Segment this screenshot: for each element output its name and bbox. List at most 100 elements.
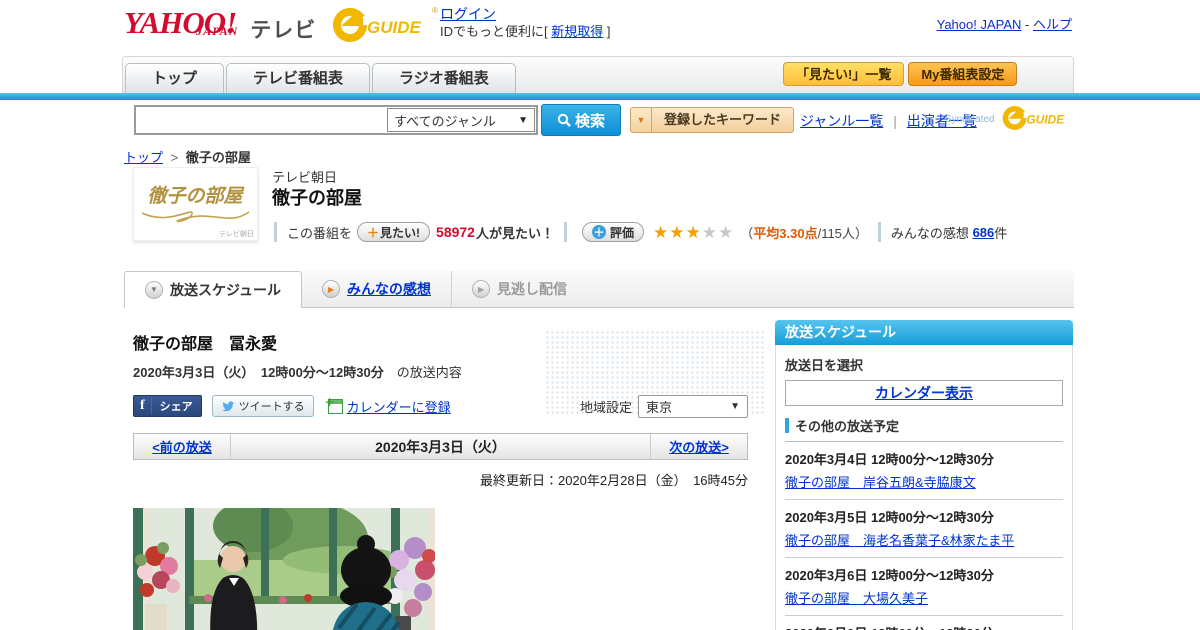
schedule-item: 2020年3月4日 12時00分～12時30分 徹子の部屋 岸谷五朗&寺脇康文 xyxy=(785,442,1063,500)
region-select[interactable]: 東京 ▼ xyxy=(638,395,748,418)
program-title: 徹子の部屋 xyxy=(272,188,362,208)
next-broadcast-link[interactable]: 次の放送> xyxy=(650,434,747,459)
nav-buttons: 「見たい!」一覧 My番組表設定 xyxy=(783,62,1018,86)
schedule-date: 2020年3月5日 12時00分～12時30分 xyxy=(785,510,994,525)
login-link[interactable]: ログイン xyxy=(440,6,496,22)
schedule-episode-link[interactable]: 徹子の部屋 海老名香葉子&林家たま平 xyxy=(785,533,1014,548)
mitai-post-text: 人が見たい！ xyxy=(475,225,554,241)
episode-title: 徹子の部屋 冨永愛 xyxy=(133,336,278,353)
program-meta-row: この番組を ＋見たい! 58972 人が見たい！ ＋評価 ★★★★★ （平均3.… xyxy=(264,220,1007,244)
plus-icon: ＋ xyxy=(591,225,606,239)
star-rating: ★★★★★ xyxy=(653,224,734,241)
login-box: ログイン IDでもっと便利に[ 新規取得 ] xyxy=(440,6,611,39)
accent-bar xyxy=(0,93,1200,100)
gguide-icon: GUIDE xyxy=(1002,106,1065,130)
facebook-icon: f xyxy=(134,398,152,414)
header-links: Yahoo! JAPAN - ヘルプ xyxy=(936,17,1072,32)
select-date-label: 放送日を選択 xyxy=(785,358,864,373)
tab-everyones-impressions[interactable]: ▶ みんなの感想 xyxy=(302,271,453,307)
triangle-down-icon: ▼ xyxy=(145,280,163,299)
calendar-display-button[interactable]: カレンダー表示 xyxy=(785,380,1063,406)
schedule-item: 2020年3月6日 12時00分～12時30分 徹子の部屋 大場久美子 xyxy=(785,558,1063,616)
search-input[interactable] xyxy=(136,109,387,131)
yahoo-logo-text: YAHOO! JAPAN xyxy=(124,7,237,38)
login-note: IDでもっと便利に[ xyxy=(440,24,548,39)
star-icon: ★ xyxy=(718,222,735,242)
help-link[interactable]: ヘルプ xyxy=(1033,17,1072,32)
schedule-episode-link[interactable]: 徹子の部屋 岸谷五朗&寺脇康文 xyxy=(785,475,976,490)
tab-missed-streaming[interactable]: ▶ 見逃し配信 xyxy=(452,271,587,307)
rate-button[interactable]: ＋評価 xyxy=(581,222,644,242)
nav-tab-top[interactable]: トップ xyxy=(125,63,225,94)
mitai-list-button[interactable]: 「見たい!」一覧 xyxy=(783,62,905,86)
region-label: 地域設定 xyxy=(579,400,632,415)
registered-mark: ® xyxy=(432,6,438,15)
divider xyxy=(563,222,567,242)
nav-tab-tv-guide[interactable]: テレビ番組表 xyxy=(226,63,371,94)
breadcrumb-home-link[interactable]: トップ xyxy=(124,150,163,165)
mitai-button[interactable]: ＋見たい! xyxy=(357,222,431,242)
last-updated: 最終更新日：2020年2月28日（金） 16時45分 xyxy=(479,473,748,488)
section-tabs: ▼ 放送スケジュール ▶ みんなの感想 ▶ 見逃し配信 xyxy=(124,271,1074,308)
breadcrumb-current: 徹子の部屋 xyxy=(185,150,251,165)
average-score: 平均3.30点 xyxy=(753,225,818,241)
genre-select[interactable]: すべてのジャンル ▼ xyxy=(387,108,535,132)
twitter-bird-icon xyxy=(221,401,234,412)
date-navigation: <前の放送 2020年3月3日（火） 次の放送> xyxy=(133,433,748,460)
add-to-calendar[interactable]: カレンダーに登録 xyxy=(325,394,451,416)
gguide-icon: GUIDE xyxy=(333,7,422,42)
calendar-plus-icon xyxy=(325,394,343,414)
global-nav: トップ テレビ番組表 ラジオ番組表 「見たい!」一覧 My番組表設定 xyxy=(122,56,1074,94)
program-logo: 徹子の部屋 テレビ朝日 xyxy=(133,167,258,241)
triangle-right-icon: ▶ xyxy=(472,280,491,298)
episode-datetime: 2020年3月3日（火） 12時00分～12時30分 の放送内容 xyxy=(133,365,462,380)
schedule-date: 2020年3月6日 12時00分～12時30分 xyxy=(785,568,994,583)
search-field: すべてのジャンル ▼ xyxy=(134,105,538,135)
rating-population: /115人） xyxy=(817,225,868,241)
mitai-pre-text: この番組を xyxy=(287,225,353,241)
sidebar-title: 放送スケジュール xyxy=(775,320,1073,345)
star-icon: ★ xyxy=(701,222,718,242)
schedule-item: 2020年3月9日 12時00分～12時30分 徹子の部屋 xyxy=(785,616,1063,630)
genre-selected-value: すべてのジャンル xyxy=(394,113,496,129)
page: YAHOO! JAPAN テレビ GUIDE ® ログイン IDでもっと便利に[… xyxy=(0,0,1200,630)
mitai-count: 58972 xyxy=(436,224,475,240)
my-guide-settings-button[interactable]: My番組表設定 xyxy=(908,62,1018,86)
sidebar-body: 放送日を選択 カレンダー表示 その他の放送予定 2020年3月4日 12時00分… xyxy=(775,345,1073,630)
nav-tabs: トップ テレビ番組表 ラジオ番組表 xyxy=(125,60,518,94)
kanso-pre-text: みんなの感想 xyxy=(890,225,969,241)
svg-text:GUIDE: GUIDE xyxy=(367,18,422,37)
star-icon: ★ xyxy=(685,222,702,242)
genre-list-link[interactable]: ジャンル一覧 xyxy=(800,113,883,129)
star-icon: ★ xyxy=(669,222,686,242)
yahoo-japan-link[interactable]: Yahoo! JAPAN xyxy=(937,17,1022,32)
signup-link[interactable]: 新規取得 xyxy=(551,24,603,39)
tweet-button[interactable]: ツイートする xyxy=(211,395,314,417)
chevron-down-icon: ▼ xyxy=(630,107,652,133)
facebook-share-button[interactable]: f シェア xyxy=(133,395,202,417)
gguide-small-logo: GUIDE xyxy=(1002,104,1072,135)
other-broadcasts-header: その他の放送予定 xyxy=(785,416,1063,442)
search-icon xyxy=(557,113,571,127)
region-setting: 地域設定 東京 ▼ xyxy=(580,395,748,418)
search-row: すべてのジャンル ▼ 検索 ▼ 登録したキーワード ジャンル一覧 | 出演者一覧… xyxy=(0,100,1200,144)
search-button[interactable]: 検索 xyxy=(541,104,621,136)
previous-broadcast-link[interactable]: <前の放送 xyxy=(134,434,231,459)
accent-bar-icon xyxy=(785,418,789,433)
svg-text:徹子の部屋: 徹子の部屋 xyxy=(147,185,245,207)
share-row: f シェア ツイートする カレンダーに登録 地域設定 東京 ▼ xyxy=(133,394,748,418)
tab-broadcast-schedule[interactable]: ▼ 放送スケジュール xyxy=(124,271,303,308)
yahoo-japan-text: JAPAN xyxy=(196,24,239,38)
kanso-count-link[interactable]: 686 xyxy=(973,225,995,240)
chevron-down-icon: ▼ xyxy=(730,401,740,412)
current-broadcast-date: 2020年3月3日（火） xyxy=(375,438,506,455)
schedule-episode-link[interactable]: 徹子の部屋 大場久美子 xyxy=(785,591,928,606)
yahoo-japan-logo[interactable]: YAHOO! JAPAN テレビ xyxy=(124,7,316,44)
schedule-item: 2020年3月5日 12時00分～12時30分 徹子の部屋 海老名香葉子&林家た… xyxy=(785,500,1063,558)
registered-keywords-button[interactable]: ▼ 登録したキーワード xyxy=(630,107,795,133)
schedule-date: 2020年3月9日 12時00分～12時30分 xyxy=(785,623,1063,630)
divider xyxy=(877,222,881,242)
nav-tab-radio-guide[interactable]: ラジオ番組表 xyxy=(372,63,516,94)
main-content: 徹子の部屋 冨永愛 2020年3月3日（火） 12時00分～12時30分 の放送… xyxy=(133,326,748,630)
breadcrumb: トップ > 徹子の部屋 xyxy=(124,150,251,165)
